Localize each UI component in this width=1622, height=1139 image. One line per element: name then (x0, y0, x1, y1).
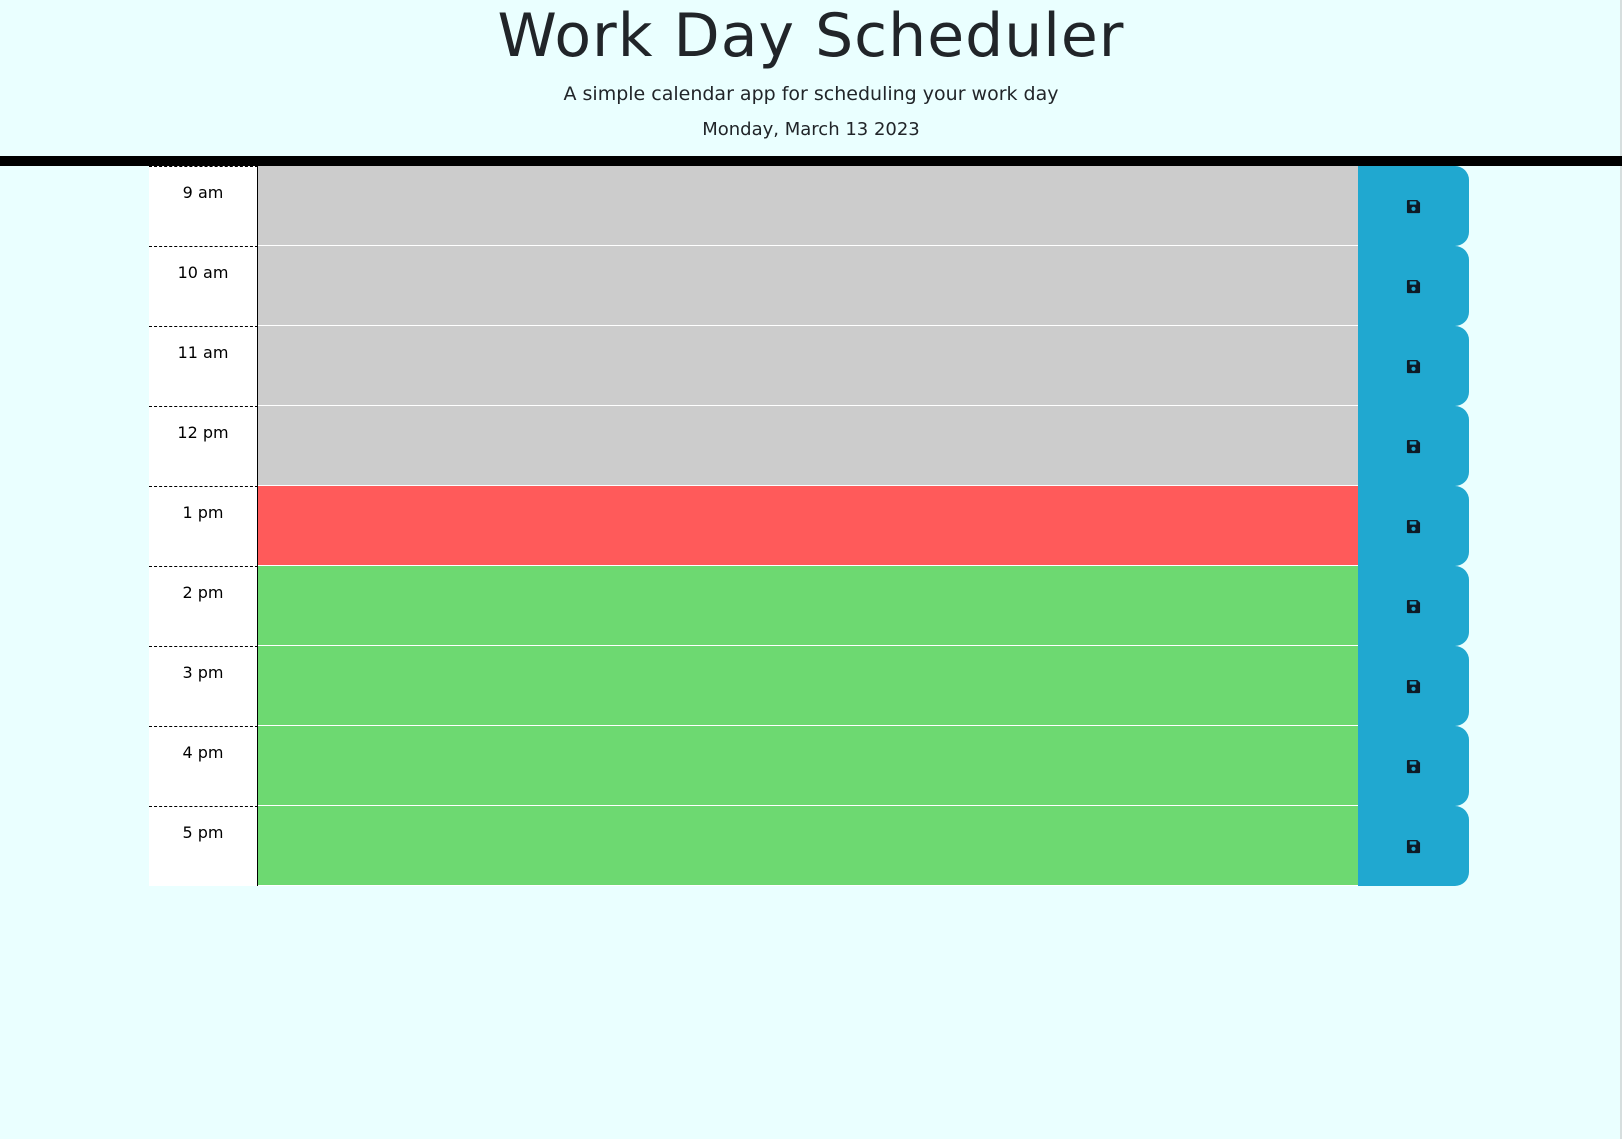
save-button[interactable] (1358, 726, 1469, 806)
event-description-input[interactable] (258, 646, 1358, 726)
time-block-10am: 10 am (149, 246, 1469, 326)
floppy-disk-icon (1406, 359, 1421, 374)
time-block-9am: 9 am (149, 166, 1469, 246)
time-block-3pm: 3 pm (149, 646, 1469, 726)
event-description-input[interactable] (258, 246, 1358, 326)
save-button[interactable] (1358, 166, 1469, 246)
event-description-input[interactable] (258, 326, 1358, 406)
time-block-2pm: 2 pm (149, 566, 1469, 646)
floppy-disk-icon (1406, 519, 1421, 534)
floppy-disk-icon (1406, 759, 1421, 774)
save-button[interactable] (1358, 646, 1469, 726)
save-button[interactable] (1358, 246, 1469, 326)
time-block-5pm: 5 pm (149, 806, 1469, 886)
page-background: Work Day Scheduler A simple calendar app… (0, 0, 1622, 1139)
hour-label: 2 pm (149, 566, 258, 646)
event-description-input[interactable] (258, 406, 1358, 486)
floppy-disk-icon (1406, 439, 1421, 454)
save-button[interactable] (1358, 806, 1469, 886)
floppy-disk-icon (1406, 279, 1421, 294)
save-button[interactable] (1358, 406, 1469, 486)
save-button[interactable] (1358, 566, 1469, 646)
page-header: Work Day Scheduler A simple calendar app… (0, 0, 1622, 166)
hour-label: 5 pm (149, 806, 258, 886)
save-button[interactable] (1358, 486, 1469, 566)
page-title: Work Day Scheduler (497, 1, 1125, 71)
time-block-11am: 11 am (149, 326, 1469, 406)
hour-label: 11 am (149, 326, 258, 406)
time-block-12pm: 12 pm (149, 406, 1469, 486)
hour-label: 10 am (149, 246, 258, 326)
hour-label: 12 pm (149, 406, 258, 486)
event-description-input[interactable] (258, 726, 1358, 806)
hour-label: 1 pm (149, 486, 258, 566)
time-block-1pm: 1 pm (149, 486, 1469, 566)
schedule-container: 9 am 10 am 11 am 12 pm 1 pm 2 pm 3 pm 4 … (149, 166, 1469, 886)
floppy-disk-icon (1406, 599, 1421, 614)
current-date: Monday, March 13 2023 (702, 119, 920, 140)
event-description-input[interactable] (258, 806, 1358, 886)
event-description-input[interactable] (258, 486, 1358, 566)
floppy-disk-icon (1406, 679, 1421, 694)
floppy-disk-icon (1406, 839, 1421, 854)
save-button[interactable] (1358, 326, 1469, 406)
page-subtitle: A simple calendar app for scheduling you… (563, 83, 1059, 105)
time-block-4pm: 4 pm (149, 726, 1469, 806)
hour-label: 4 pm (149, 726, 258, 806)
hour-label: 9 am (149, 166, 258, 246)
event-description-input[interactable] (258, 166, 1358, 246)
hour-label: 3 pm (149, 646, 258, 726)
floppy-disk-icon (1406, 199, 1421, 214)
event-description-input[interactable] (258, 566, 1358, 646)
